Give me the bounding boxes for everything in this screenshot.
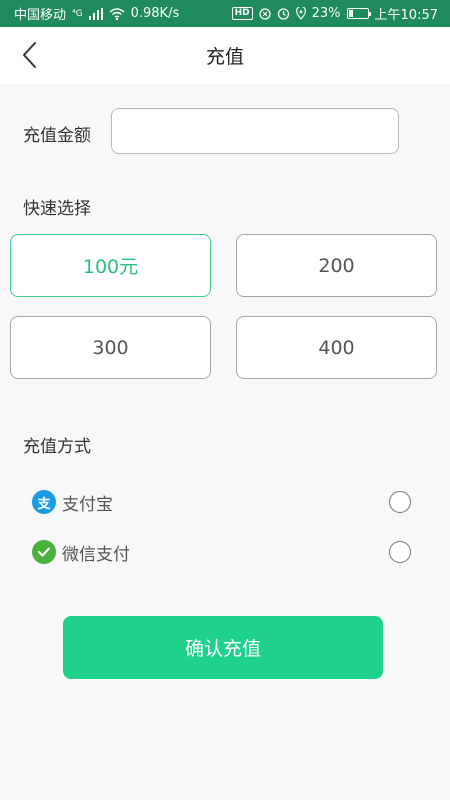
amount-input[interactable]	[111, 108, 399, 154]
payment-option-wechat[interactable]: 微信支付	[32, 534, 417, 570]
hd-badge: HD	[231, 7, 253, 20]
alipay-glyph: 支	[37, 496, 51, 512]
check-icon	[37, 547, 51, 557]
page-title: 充值	[205, 46, 244, 68]
status-right: HD 23% 上午10:57	[231, 4, 438, 23]
status-bar: 中国移动 ⁴G 0.98K/s HD 23% 上午10:57	[0, 0, 450, 27]
amount-option-200[interactable]: 200	[236, 234, 437, 297]
clock: 上午10:57	[374, 8, 438, 23]
payment-option-label: 微信支付	[62, 544, 130, 565]
back-button[interactable]	[14, 39, 44, 71]
confirm-recharge-button[interactable]: 确认充值	[63, 616, 383, 679]
chevron-left-icon	[23, 42, 36, 68]
alipay-radio[interactable]	[389, 491, 411, 513]
payment-option-label: 支付宝	[62, 494, 113, 515]
battery-fill	[348, 10, 354, 17]
nfc-icon	[258, 7, 271, 20]
wifi-icon	[109, 7, 125, 20]
network-speed: 0.98K/s	[130, 6, 180, 21]
alarm-icon	[277, 7, 290, 20]
amount-label: 充值金额	[23, 126, 91, 146]
amount-option-100[interactable]: 100元	[10, 234, 211, 297]
battery-icon	[346, 8, 371, 19]
signal-icon	[88, 7, 103, 20]
amount-option-300[interactable]: 300	[10, 316, 211, 379]
status-left: 中国移动 ⁴G 0.98K/s	[14, 4, 179, 23]
payment-method-label: 充值方式	[23, 437, 91, 457]
payment-option-alipay[interactable]: 支 支付宝	[32, 484, 417, 520]
wechat-radio[interactable]	[389, 541, 411, 563]
alipay-icon: 支	[32, 490, 56, 514]
amount-option-400[interactable]: 400	[236, 316, 437, 379]
location-icon	[295, 7, 306, 20]
battery-percent: 23%	[311, 6, 341, 21]
nav-bar: 充值	[0, 27, 450, 84]
carrier-name: 中国移动	[14, 8, 67, 23]
network-type: ⁴G	[72, 8, 83, 19]
wechat-pay-icon	[32, 540, 56, 564]
quick-select-label: 快速选择	[23, 199, 91, 219]
